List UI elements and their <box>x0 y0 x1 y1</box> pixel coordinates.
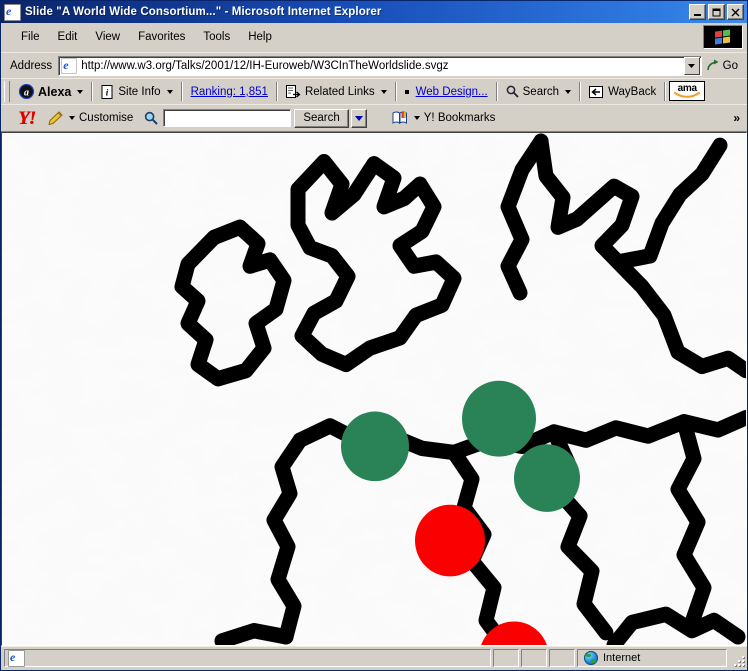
toolbar-separator <box>495 82 498 101</box>
go-button[interactable]: Go <box>702 59 744 73</box>
chevron-down-icon <box>565 89 572 94</box>
wayback-button[interactable]: WayBack <box>582 80 663 103</box>
related-links-icon <box>285 84 301 98</box>
yahoo-bookmarks-label: Y! Bookmarks <box>423 112 496 124</box>
status-panel-1 <box>493 649 519 667</box>
ie-e-icon: e <box>8 649 25 667</box>
windows-flag-icon[interactable] <box>703 25 743 49</box>
ie-e-icon: e <box>4 3 21 21</box>
security-zone-label: Internet <box>603 652 641 664</box>
magnifier-icon <box>506 85 519 98</box>
svg-map-document <box>2 133 746 645</box>
red-marker <box>415 504 485 577</box>
book-icon <box>392 111 407 125</box>
green-marker <box>341 411 409 482</box>
toolbar-separator <box>180 82 183 101</box>
address-bar: Address e http://www.w3.org/Talks/2001/1… <box>1 52 747 78</box>
menu-bar: File Edit View Favorites Tools Help <box>1 23 747 52</box>
minimize-button[interactable] <box>689 4 706 20</box>
toolbar-separator <box>579 82 582 101</box>
site-info-label: Site Info <box>118 85 161 98</box>
toolbar-overflow-button[interactable]: » <box>724 111 747 125</box>
caret-down-icon <box>354 115 363 121</box>
related-links-button[interactable]: Related Links <box>279 80 394 103</box>
status-panel-3 <box>549 649 575 667</box>
maximize-button[interactable] <box>708 4 725 20</box>
green-marker <box>462 380 536 457</box>
site-info-button[interactable]: i Site Info <box>94 80 179 103</box>
ie-e-icon: e <box>61 57 78 74</box>
related-links-label: Related Links <box>304 85 375 98</box>
alexa-search-label: Search <box>522 85 560 98</box>
yahoo-search-input[interactable] <box>163 109 292 127</box>
alexa-search-button[interactable]: Search <box>499 80 578 103</box>
security-zone-panel[interactable]: Internet <box>577 649 727 667</box>
address-label: Address <box>10 59 53 72</box>
alexa-brand-button[interactable]: a Alexa <box>12 80 90 103</box>
toolbar-separator <box>275 82 278 101</box>
web-design-label: Web Design... <box>415 85 488 98</box>
customise-label: Customise <box>79 112 134 124</box>
menu-item-favorites[interactable]: Favorites <box>130 28 193 46</box>
document-info-icon: i <box>101 84 113 99</box>
window-controls <box>689 4 745 20</box>
status-panel-2 <box>521 649 547 667</box>
address-input[interactable]: e http://www.w3.org/Talks/2001/12/IH-Eur… <box>58 55 702 76</box>
toolbar-grip[interactable] <box>4 81 10 102</box>
customise-button[interactable]: Customise <box>41 111 140 125</box>
address-url-text: http://www.w3.org/Talks/2001/12/IH-Eurow… <box>81 59 449 72</box>
magnifier-icon <box>145 111 159 125</box>
menu-item-file[interactable]: File <box>13 28 48 46</box>
globe-icon <box>584 651 598 665</box>
close-button[interactable] <box>727 4 744 20</box>
chevron-down-icon <box>413 116 420 120</box>
ranking-link[interactable]: Ranking: 1,851 <box>184 80 275 103</box>
address-dropdown-button[interactable] <box>683 56 700 75</box>
green-marker <box>514 444 580 512</box>
toolbar-separator <box>91 82 94 101</box>
content-area[interactable] <box>1 132 747 646</box>
chevron-down-icon <box>69 116 75 120</box>
menu-item-tools[interactable]: Tools <box>195 28 238 46</box>
toolbar-separator <box>394 82 397 101</box>
resize-grip[interactable] <box>729 653 745 667</box>
europe-map-svg <box>2 133 746 645</box>
status-bar: e Internet <box>1 646 747 670</box>
svg-text:a: a <box>24 87 29 98</box>
wayback-label: WayBack <box>608 85 657 98</box>
chevron-down-icon <box>166 89 173 94</box>
chevron-down-icon <box>380 89 387 94</box>
yahoo-toolbar: Y! Customise Search Y! Bookmarks » <box>1 104 747 132</box>
wayback-arrow-icon <box>589 85 604 98</box>
menu-item-edit[interactable]: Edit <box>50 28 86 46</box>
window-title: Slide "A World Wide Consortium..." - Mic… <box>25 6 382 18</box>
status-message-panel: e <box>4 649 491 667</box>
amazon-logo-icon <box>674 92 701 98</box>
yahoo-bookmarks-button[interactable]: Y! Bookmarks <box>385 111 503 125</box>
ranking-label: Ranking: 1,851 <box>190 85 268 98</box>
menu-item-help[interactable]: Help <box>240 28 280 46</box>
chevron-down-icon <box>77 89 84 94</box>
yahoo-search-dropdown-button[interactable] <box>350 108 367 128</box>
toolbar-separator <box>664 82 667 101</box>
alexa-a-icon: a <box>19 84 34 99</box>
web-design-link[interactable]: Web Design... <box>398 80 495 103</box>
title-bar: e Slide "A World Wide Consortium..." - M… <box>1 1 747 23</box>
go-label: Go <box>722 59 738 72</box>
alexa-brand-label: Alexa <box>38 84 72 99</box>
yahoo-logo-icon[interactable]: Y! <box>12 109 41 128</box>
bullet-icon <box>404 89 409 94</box>
pencil-icon <box>48 111 63 125</box>
alexa-toolbar: a Alexa i Site Info Ranking: 1,851 Relat… <box>1 78 747 104</box>
amazon-button[interactable]: ama <box>669 81 706 101</box>
browser-window: e Slide "A World Wide Consortium..." - M… <box>0 0 748 671</box>
menu-item-view[interactable]: View <box>87 28 128 46</box>
menu-items: File Edit View Favorites Tools Help <box>1 23 703 51</box>
yahoo-search-button[interactable]: Search <box>294 108 349 128</box>
go-arrow-icon <box>706 59 719 70</box>
